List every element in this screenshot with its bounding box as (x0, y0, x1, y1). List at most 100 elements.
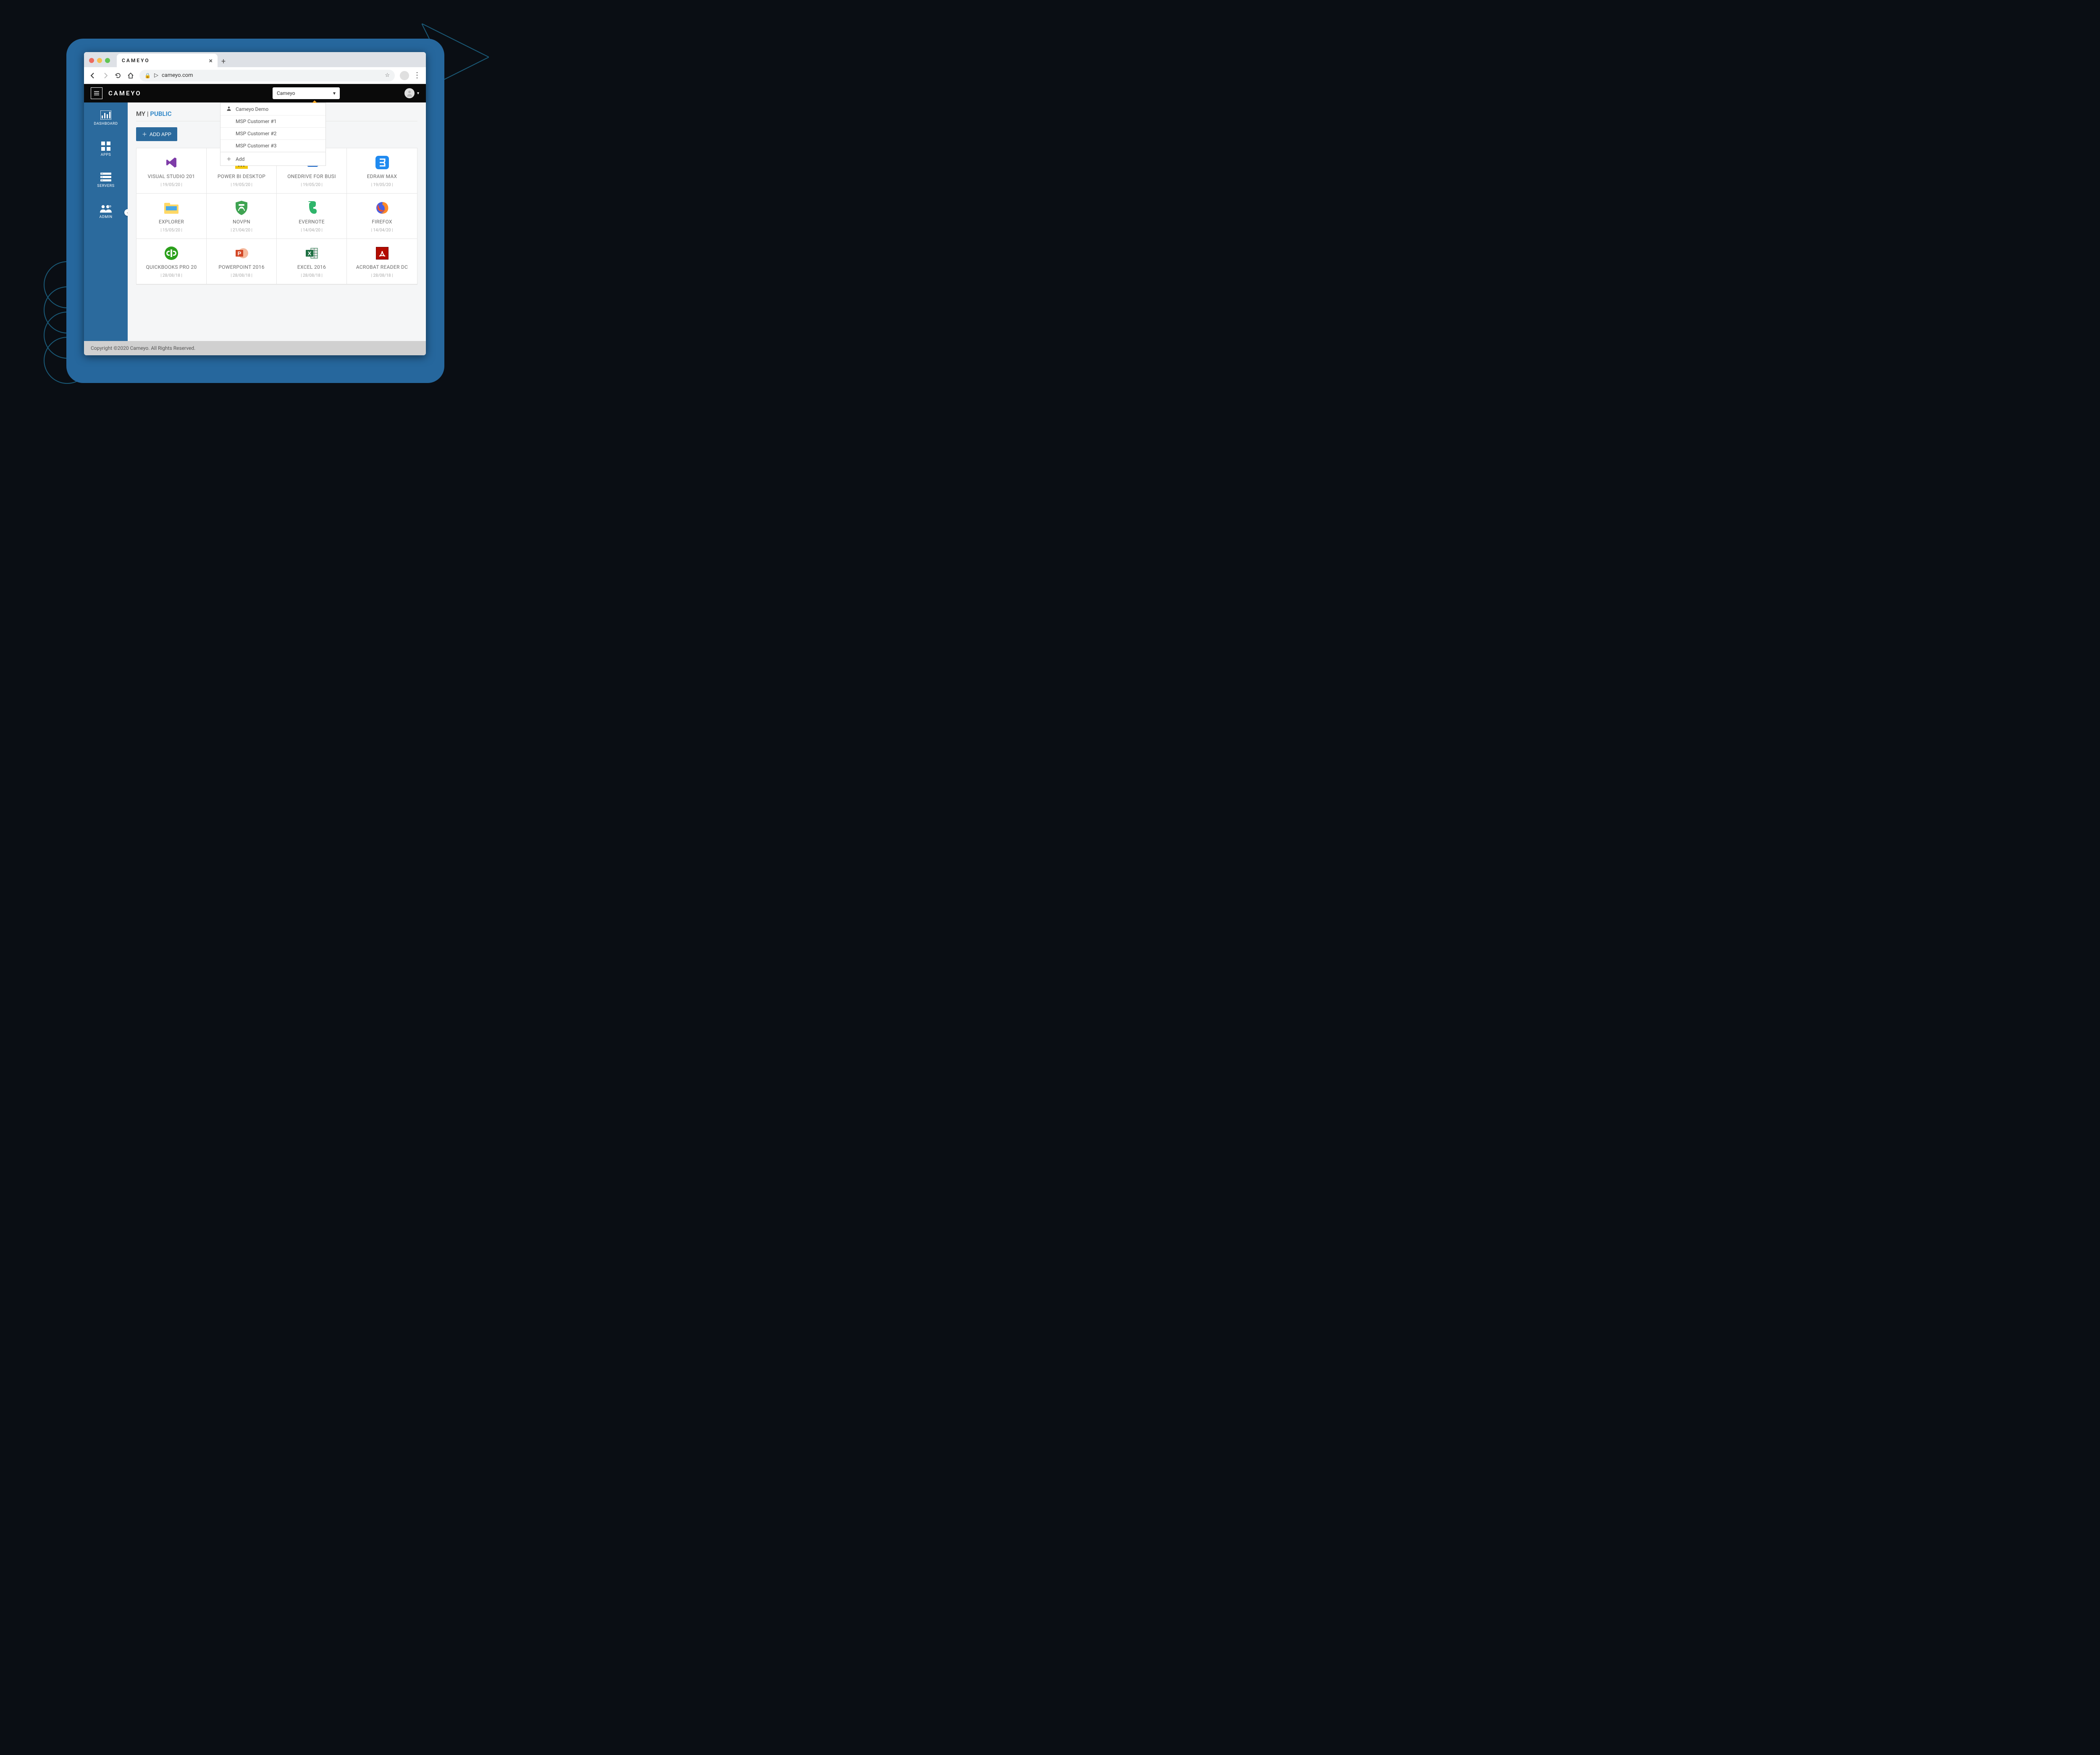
dropdown-item[interactable]: MSP Customer #2 (220, 128, 326, 140)
evernote-icon (304, 200, 319, 215)
browser-tab[interactable]: CAMEYO × (117, 54, 218, 67)
home-button[interactable] (127, 72, 134, 79)
forward-button[interactable] (102, 72, 109, 79)
sidebar-item-label: DASHBOARD (94, 122, 118, 126)
url-text: cameyo.com (162, 72, 193, 79)
quickbooks-icon (164, 246, 179, 261)
dropdown-item-label: MSP Customer #3 (236, 143, 276, 149)
tenant-select[interactable]: Cameyo ▾ (273, 87, 340, 99)
app-date: | 28/08/18 | (210, 273, 273, 278)
sidebar-item-label: ADMIN (99, 215, 112, 219)
bookmark-star-icon[interactable]: ☆ (385, 72, 390, 79)
browser-address-bar: 🔒 ▷ cameyo.com ☆ ⋮ (84, 67, 426, 84)
sidebar-item-admin[interactable]: ADMIN (84, 201, 128, 222)
sidebar-item-apps[interactable]: APPS (84, 139, 128, 160)
app-card[interactable]: QUICKBOOKS PRO 20 | 28/08/18 | (136, 239, 207, 284)
url-field[interactable]: 🔒 ▷ cameyo.com ☆ (139, 70, 395, 81)
visual-studio-icon (164, 155, 179, 170)
back-button[interactable] (89, 72, 97, 79)
sidebar: DASHBOARD APPS SERVERS ADMIN ⌄ (84, 102, 128, 341)
app-card[interactable]: VISUAL STUDIO 201 | 19/05/20 | (136, 148, 207, 194)
footer: Copyright ©2020 Cameyo. All Rights Reser… (84, 341, 426, 355)
app-card[interactable]: P POWERPOINT 2016 | 28/08/18 | (207, 239, 277, 284)
app-title: EXCEL 2016 (280, 264, 343, 270)
browser-menu-button[interactable]: ⋮ (413, 71, 421, 80)
app-title: EVERNOTE (280, 219, 343, 225)
app-card[interactable]: ACROBAT READER DC | 28/08/18 | (347, 239, 417, 284)
app-title: FIREFOX (350, 219, 414, 225)
app-title: NOVPN (210, 219, 273, 225)
dropdown-item-label: MSP Customer #2 (236, 131, 276, 136)
dropdown-item[interactable]: Cameyo Demo (220, 103, 326, 115)
dropdown-add-item[interactable]: ＋ Add (220, 152, 326, 165)
new-tab-button[interactable]: + (218, 55, 229, 67)
breadcrumb-sep: | (145, 110, 150, 118)
add-app-label: ADD APP (150, 131, 171, 137)
dropdown-item-label: MSP Customer #1 (236, 118, 276, 124)
plus-icon: ＋ (142, 131, 147, 138)
app-date: | 19/05/20 | (210, 183, 273, 187)
close-window-button[interactable] (89, 58, 94, 63)
app-card[interactable]: NOVPN | 21/04/20 | (207, 194, 277, 239)
maximize-window-button[interactable] (105, 58, 110, 63)
user-menu-caret-icon[interactable]: ▾ (417, 91, 419, 96)
acrobat-icon (375, 246, 390, 261)
app-title: VISUAL STUDIO 201 (140, 173, 203, 179)
app-date: | 28/08/18 | (350, 273, 414, 278)
explorer-icon (164, 200, 179, 215)
apps-icon (100, 141, 112, 151)
app-card[interactable]: FIREFOX | 14/04/20 | (347, 194, 417, 239)
apps-grid: VISUAL STUDIO 201 | 19/05/20 | POWER BI … (136, 148, 417, 285)
admin-icon (100, 203, 112, 213)
app-header: CAMEYO Cameyo ▾ ▾ Cameyo Demo MSP Custom… (84, 84, 426, 102)
excel-icon: X (304, 246, 319, 261)
caret-down-icon: ▾ (333, 90, 336, 96)
window-controls (89, 58, 110, 63)
servers-icon (100, 172, 112, 182)
novpn-icon (234, 200, 249, 215)
app-title: POWER BI DESKTOP (210, 173, 273, 179)
sidebar-item-label: APPS (101, 153, 111, 157)
tenant-selected-label: Cameyo (277, 90, 295, 96)
app-date: | 19/05/20 | (140, 183, 203, 187)
sidebar-item-dashboard[interactable]: DASHBOARD (84, 108, 128, 129)
edraw-icon (375, 155, 390, 170)
app-date: | 14/04/20 | (280, 228, 343, 233)
footer-text: Copyright ©2020 Cameyo. All Rights Reser… (91, 345, 195, 351)
dropdown-item[interactable]: MSP Customer #1 (220, 115, 326, 128)
app-card[interactable]: EVERNOTE | 14/04/20 | (277, 194, 347, 239)
breadcrumb-public[interactable]: PUBLIC (150, 110, 171, 118)
add-app-button[interactable]: ＋ ADD APP (136, 127, 177, 141)
app-title: ONEDRIVE FOR BUSI (280, 173, 343, 179)
dashboard-icon (100, 110, 112, 120)
minimize-window-button[interactable] (97, 58, 102, 63)
browser-window: CAMEYO × + 🔒 ▷ cameyo.com ☆ ⋮ CAMEYO (84, 52, 426, 355)
dropdown-item[interactable]: MSP Customer #3 (220, 140, 326, 152)
menu-toggle-button[interactable] (91, 87, 102, 99)
powerpoint-icon: P (234, 246, 249, 261)
app-date: | 28/08/18 | (280, 273, 343, 278)
app-date: | 15/05/20 | (140, 228, 203, 233)
profile-avatar[interactable] (400, 71, 409, 80)
breadcrumb-my[interactable]: MY (136, 110, 145, 118)
reload-button[interactable] (114, 72, 122, 79)
app-card[interactable]: EDRAW MAX | 19/05/20 | (347, 148, 417, 194)
svg-text:P: P (238, 250, 242, 257)
app-date: | 28/08/18 | (140, 273, 203, 278)
app-date: | 21/04/20 | (210, 228, 273, 233)
url-prefix-glyph: ▷ (154, 72, 158, 79)
app-card[interactable]: X EXCEL 2016 | 28/08/18 | (277, 239, 347, 284)
app-title: ACROBAT READER DC (350, 264, 414, 270)
person-icon (226, 106, 231, 112)
sidebar-item-label: SERVERS (97, 184, 114, 188)
app-title: EDRAW MAX (350, 173, 414, 179)
brand-logo: CAMEYO (108, 89, 142, 97)
close-tab-icon[interactable]: × (209, 57, 213, 65)
user-avatar[interactable] (404, 88, 415, 98)
app-card[interactable]: EXPLORER | 15/05/20 | (136, 194, 207, 239)
plus-icon: ＋ (226, 155, 231, 163)
tab-title: CAMEYO (122, 58, 150, 63)
tenant-dropdown: Cameyo Demo MSP Customer #1 MSP Customer… (220, 102, 326, 166)
sidebar-item-servers[interactable]: SERVERS (84, 170, 128, 191)
app-date: | 14/04/20 | (350, 228, 414, 233)
